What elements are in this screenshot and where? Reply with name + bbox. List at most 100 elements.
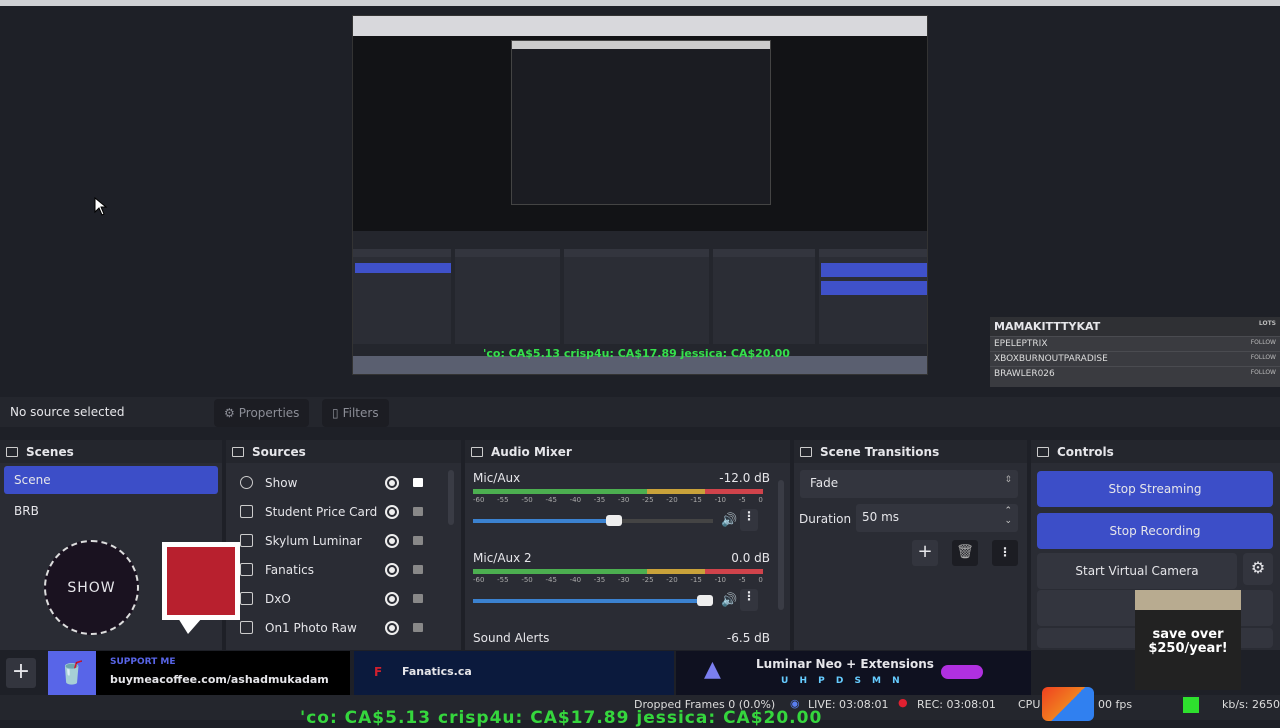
channel-menu-button[interactable]: ⋮ bbox=[740, 509, 758, 531]
slider-handle[interactable] bbox=[605, 515, 622, 526]
dock-icon bbox=[471, 446, 483, 457]
meter-tick: 0 bbox=[758, 576, 763, 584]
audio-channel: Mic/Aux 2 0.0 dB -60 -55 -50 -45 -40 -35 -30 -2… bbox=[465, 543, 790, 623]
virtual-camera-settings-icon[interactable]: ⚙ bbox=[1243, 553, 1273, 585]
add-scene-button[interactable]: + bbox=[6, 658, 36, 688]
meter-tick: -25 bbox=[642, 496, 654, 504]
image-icon bbox=[240, 563, 253, 576]
meter-tick: -60 bbox=[473, 496, 485, 504]
channel-db: 0.0 dB bbox=[731, 551, 770, 565]
support-banner: 🥤 SUPPORT ME buymeacoffee.com/ashadmukad… bbox=[48, 651, 350, 696]
health-indicator bbox=[1183, 697, 1199, 713]
speaker-icon[interactable]: 🔊 bbox=[721, 513, 737, 528]
program-preview[interactable]: 'co: CA$5.13 crisp4u: CA$17.89 jessica: … bbox=[352, 15, 928, 375]
meter-tick: -30 bbox=[617, 576, 630, 584]
meter-tick: -45 bbox=[545, 576, 557, 584]
chat-row: BRAWLER026 FOLLOW bbox=[990, 366, 1280, 381]
support-url: buymeacoffee.com/ashadmukadam bbox=[110, 673, 329, 686]
stop-recording-button[interactable]: Stop Recording bbox=[1037, 513, 1273, 549]
meter-tick: -55 bbox=[497, 576, 509, 584]
lock-icon[interactable] bbox=[413, 478, 423, 487]
luminar-extensions: U H P D S M N bbox=[781, 676, 904, 686]
updown-icon: ⇕ bbox=[1004, 475, 1012, 485]
delete-transition-button[interactable]: 🗑 bbox=[952, 540, 978, 566]
stop-streaming-button[interactable]: Stop Streaming bbox=[1037, 471, 1273, 507]
meter-tick: -30 bbox=[617, 496, 630, 504]
promo-overlay: save over $250/year! bbox=[1135, 590, 1241, 690]
luminar-cta-button bbox=[941, 665, 983, 679]
eye-icon[interactable] bbox=[385, 475, 399, 490]
cpu-usage: CPU bbox=[1018, 698, 1041, 711]
add-transition-button[interactable]: + bbox=[912, 540, 938, 566]
dock-icon bbox=[232, 446, 244, 457]
preview-menubar bbox=[353, 16, 927, 36]
sources-scrollbar[interactable] bbox=[448, 470, 454, 525]
image-icon bbox=[240, 621, 253, 634]
channel-name: Sound Alerts bbox=[473, 631, 550, 645]
meter-tick: -35 bbox=[593, 496, 606, 504]
volume-slider[interactable] bbox=[473, 515, 713, 526]
preview-ticker: 'co: CA$5.13 crisp4u: CA$17.89 jessica: … bbox=[483, 347, 790, 360]
scene-item-scene[interactable]: Scene bbox=[4, 466, 218, 494]
meter-tick: -15 bbox=[690, 576, 702, 584]
start-virtual-camera-button[interactable]: Start Virtual Camera bbox=[1037, 553, 1237, 589]
show-logo-overlay: SHOW bbox=[44, 540, 139, 635]
source-row[interactable]: Fanatics bbox=[226, 555, 461, 584]
meter-tick: -35 bbox=[593, 576, 606, 584]
meter-tick: -5 bbox=[738, 576, 746, 584]
source-row[interactable]: Student Price Card bbox=[226, 497, 461, 526]
luminar-banner: ▲ Luminar Neo + Extensions U H P D S M N bbox=[676, 651, 1031, 696]
slider-handle[interactable] bbox=[697, 595, 713, 606]
channel-menu-button[interactable]: ⋮ bbox=[740, 589, 758, 611]
meter-tick: 0 bbox=[758, 496, 763, 504]
meter-tick: -45 bbox=[545, 496, 557, 504]
audio-channel: Mic/Aux -12.0 dB -60 -55 -50 -45 -40 -35 -30 -2… bbox=[465, 463, 790, 543]
support-title: SUPPORT ME bbox=[110, 657, 176, 667]
dock-icon bbox=[1037, 446, 1049, 457]
eye-icon[interactable] bbox=[385, 620, 399, 635]
preview-docks bbox=[353, 231, 927, 361]
rec-time: REC: 03:08:01 bbox=[917, 698, 996, 711]
on1-app-icon bbox=[1042, 687, 1094, 721]
unlock-icon[interactable] bbox=[413, 565, 423, 574]
source-row[interactable]: Skylum Luminar bbox=[226, 526, 461, 555]
unlock-icon[interactable] bbox=[413, 536, 423, 545]
channel-db: -12.0 dB bbox=[719, 471, 770, 485]
spinner-icon[interactable]: ⌃ ⌄ bbox=[1004, 506, 1012, 526]
meter-tick: -15 bbox=[690, 496, 702, 504]
duration-input[interactable]: 50 ms ⌃ ⌄ bbox=[856, 504, 1018, 532]
volume-slider[interactable] bbox=[473, 595, 713, 606]
mixer-scrollbar[interactable] bbox=[778, 480, 784, 610]
duration-label: Duration bbox=[799, 512, 852, 526]
image-icon bbox=[240, 505, 253, 518]
meter-tick: -55 bbox=[497, 496, 509, 504]
unlock-icon[interactable] bbox=[413, 623, 423, 632]
source-row[interactable]: On1 Photo Raw bbox=[226, 613, 461, 642]
gear-icon: ⚙ bbox=[224, 406, 235, 420]
scenes-title: Scenes bbox=[26, 444, 74, 459]
source-status: No source selected bbox=[10, 405, 125, 419]
filter-icon: ▯ bbox=[332, 406, 339, 420]
speaker-icon[interactable]: 🔊 bbox=[721, 593, 737, 608]
chat-badge: LOTS bbox=[1258, 320, 1276, 327]
sources-title: Sources bbox=[252, 444, 306, 459]
audio-mixer-title: Audio Mixer bbox=[491, 444, 572, 459]
eye-icon[interactable] bbox=[385, 562, 399, 577]
eye-icon[interactable] bbox=[385, 533, 399, 548]
unlock-icon[interactable] bbox=[413, 507, 423, 516]
transition-select[interactable]: Fade ⇕ bbox=[800, 470, 1018, 498]
sources-dock: Sources Show Student Price Card Skylum L… bbox=[226, 440, 461, 650]
chat-overlay: MAMAKITTTYKAT LOTS EPELEPTRIX FOLLOW XBOXB… bbox=[990, 317, 1280, 387]
transition-menu-button[interactable]: ⋮ bbox=[992, 540, 1018, 566]
properties-button[interactable]: ⚙ Properties bbox=[214, 399, 310, 427]
eye-icon[interactable] bbox=[385, 504, 399, 519]
chat-row: XBOXBURNOUTPARADISE FOLLOW bbox=[990, 351, 1280, 366]
unlock-icon[interactable] bbox=[413, 594, 423, 603]
scene-item-brb[interactable]: BRB bbox=[4, 497, 218, 525]
meter-tick: -50 bbox=[521, 496, 533, 504]
source-row[interactable]: DxO bbox=[226, 584, 461, 613]
source-row[interactable]: Show bbox=[226, 468, 461, 497]
nested-preview bbox=[511, 40, 771, 205]
filters-button[interactable]: ▯ Filters bbox=[322, 399, 389, 427]
eye-icon[interactable] bbox=[385, 591, 399, 606]
